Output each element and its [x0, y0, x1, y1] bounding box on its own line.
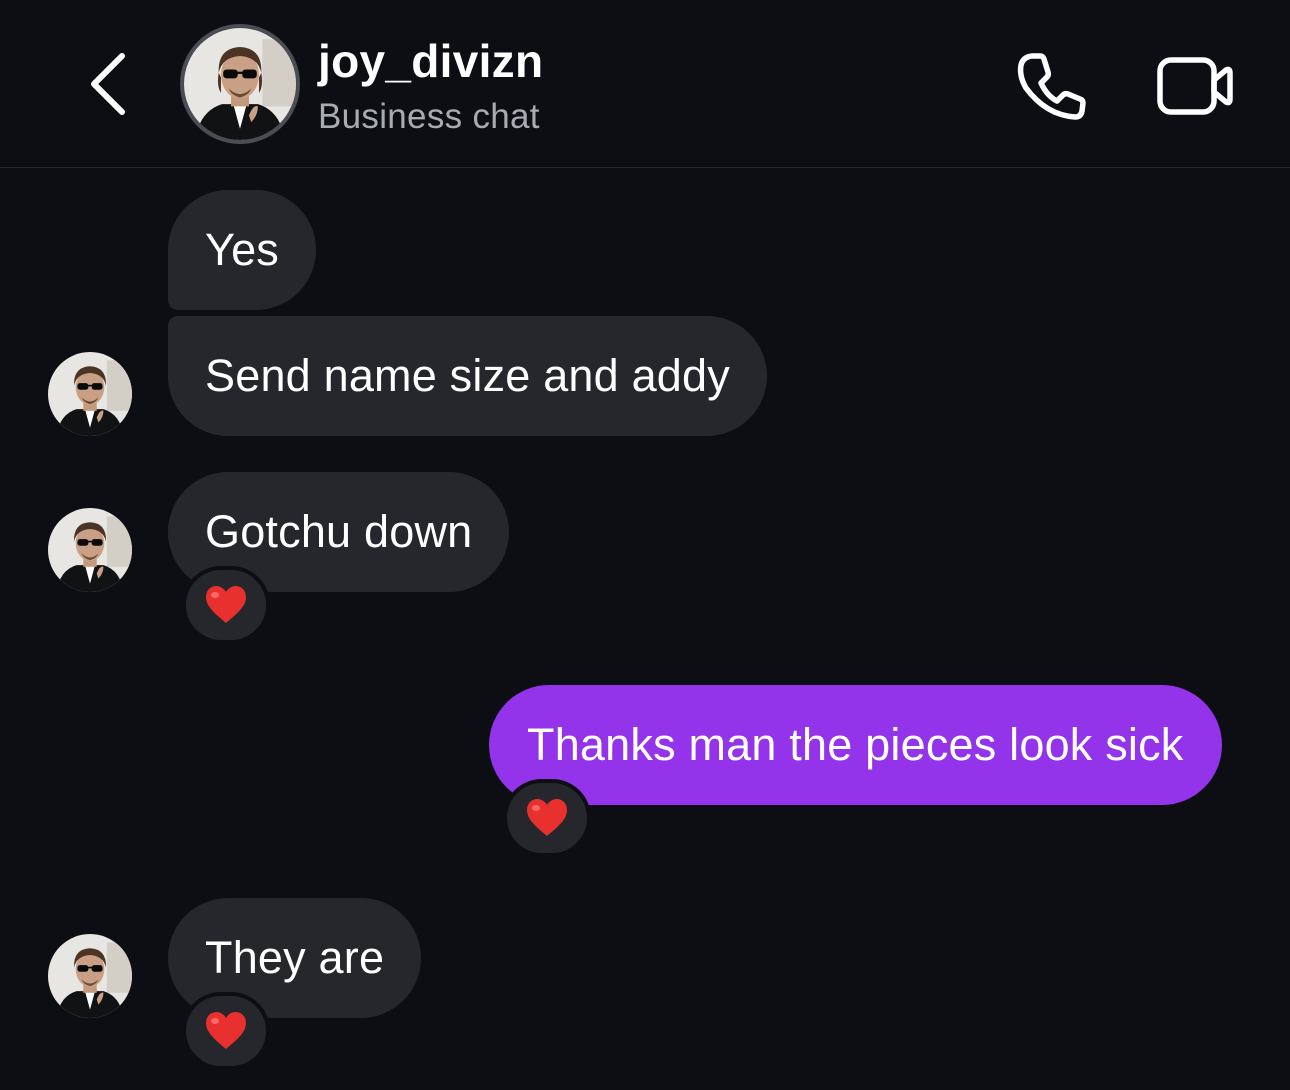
back-button[interactable] — [78, 46, 138, 122]
video-camera-icon — [1157, 57, 1233, 115]
sender-avatar[interactable] — [48, 508, 132, 592]
contact-username: joy_divizn — [318, 35, 544, 87]
message-bubble-outgoing[interactable]: Thanks man the pieces look sick — [489, 685, 1222, 805]
message-text: Thanks man the pieces look sick — [527, 719, 1184, 770]
contact-title[interactable]: joy_divizn Business chat — [318, 34, 543, 138]
contact-avatar[interactable] — [180, 24, 300, 144]
sender-avatar[interactable] — [48, 934, 132, 1018]
message-text: They are — [205, 932, 385, 983]
heart-reaction[interactable] — [182, 992, 270, 1070]
profile-photo — [48, 352, 132, 436]
profile-photo — [48, 934, 132, 1018]
video-call-button[interactable] — [1150, 52, 1240, 122]
sender-avatar[interactable] — [48, 352, 132, 436]
audio-call-button[interactable] — [1010, 48, 1090, 128]
chevron-left-icon — [91, 53, 125, 115]
profile-photo — [48, 508, 132, 592]
heart-icon — [527, 799, 567, 836]
heart-reaction[interactable] — [182, 566, 270, 644]
profile-photo — [184, 28, 296, 140]
phone-icon — [1017, 53, 1086, 120]
heart-icon — [206, 586, 246, 623]
message-bubble-incoming[interactable]: Yes — [168, 190, 317, 310]
message-bubble-incoming[interactable]: Send name size and addy — [168, 316, 767, 436]
chat-header: joy_divizn Business chat — [0, 0, 1290, 168]
message-text: Send name size and addy — [205, 350, 730, 401]
message-text: Gotchu down — [205, 506, 473, 557]
message-text: Yes — [205, 224, 280, 275]
heart-icon — [206, 1012, 246, 1049]
heart-reaction[interactable] — [503, 779, 591, 857]
chat-screen: joy_divizn Business chat Yes Send name s… — [0, 0, 1290, 1090]
chat-type-label: Business chat — [318, 97, 540, 136]
